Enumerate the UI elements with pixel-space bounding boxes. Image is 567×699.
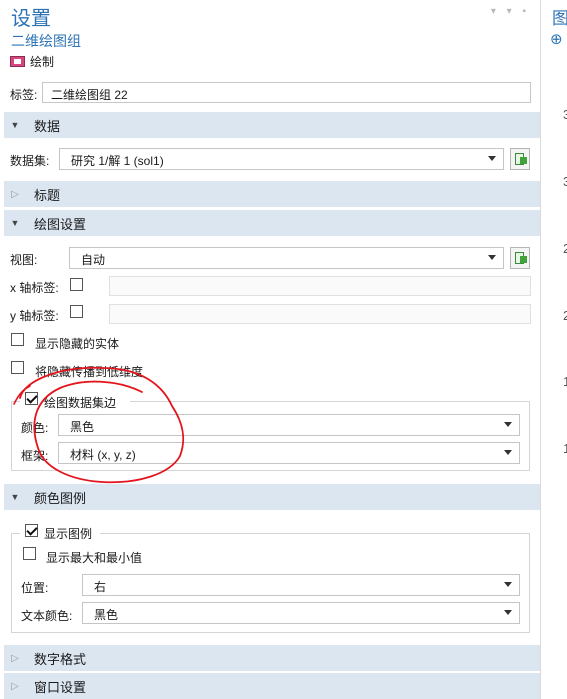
text-color-value: 黑色 [94, 608, 119, 622]
section-window-settings-title: 窗口设置 [34, 679, 87, 695]
text-color-label: 文本颜色: [21, 609, 73, 623]
section-number-format-title: 数字格式 [34, 651, 87, 667]
show-minmax-checkbox[interactable] [23, 547, 36, 560]
collapse-arrow-icon: ▷ [11, 652, 19, 664]
expand-arrow-icon: ▼ [10, 492, 20, 502]
graphics-window-strip: 图 ⊕ 3 3 2 2 1 1 [540, 0, 567, 699]
legend-position-label: 位置: [21, 581, 49, 595]
legend-position-value: 右 [94, 580, 107, 594]
show-minmax-label: 显示最大和最小值 [46, 551, 143, 565]
section-number-format[interactable]: ▷ 数字格式 [4, 645, 540, 671]
chevron-down-icon [504, 610, 512, 615]
section-color-legend-title: 颜色图例 [34, 490, 87, 506]
axis-tick-label: 1 [563, 441, 567, 456]
collapse-arrow-icon: ▷ [11, 680, 19, 692]
section-color-legend[interactable]: ▼ 颜色图例 [4, 484, 540, 510]
show-legend-label: 显示图例 [44, 527, 93, 541]
chevron-down-icon [504, 582, 512, 587]
axis-tick-label: 3 [563, 174, 567, 189]
text-color-select[interactable]: 黑色 [82, 602, 520, 624]
zoom-in-icon[interactable]: ⊕ [550, 30, 563, 48]
legend-position-select[interactable]: 右 [82, 574, 520, 596]
settings-panel: 设置 ▾ ▾ ▪ 二维绘图组 绘制 标签: 二维绘图组 22 ▼ 数据 数据集:… [0, 0, 540, 699]
axis-tick-label: 2 [563, 241, 567, 256]
graphics-title: 图 [552, 9, 567, 28]
axis-tick-label: 3 [563, 107, 567, 122]
show-legend-checkbox[interactable] [25, 524, 38, 537]
axis-tick-label: 2 [563, 308, 567, 323]
section-window-settings[interactable]: ▷ 窗口设置 [4, 673, 540, 699]
axis-tick-label: 1 [563, 374, 567, 389]
